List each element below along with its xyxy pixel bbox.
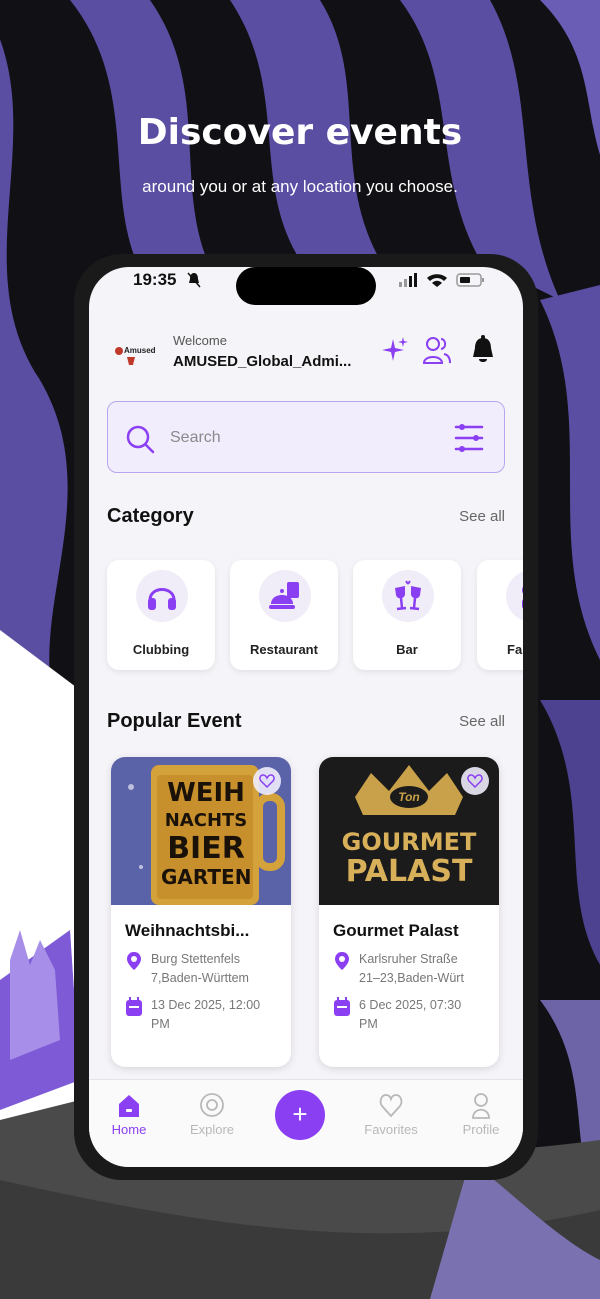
category-title: Category — [107, 505, 194, 527]
tab-explore[interactable]: Explore — [176, 1092, 248, 1152]
person-icon — [472, 1093, 490, 1119]
users-icon[interactable] — [423, 335, 451, 365]
event-date-line: PM — [359, 1017, 378, 1031]
location-pin-icon — [335, 952, 349, 970]
category-label: Bar — [396, 642, 418, 657]
sparkles-icon[interactable] — [381, 335, 409, 365]
favorite-button[interactable] — [461, 767, 489, 795]
heart-icon — [379, 1094, 403, 1118]
add-event-button[interactable]: + — [275, 1090, 325, 1140]
event-location-line: Burg Stettenfels — [151, 952, 240, 966]
image-line: GARTEN — [161, 865, 252, 889]
category-label: Fa — [507, 642, 523, 657]
headphones-icon — [148, 588, 176, 610]
heart-icon — [259, 774, 275, 789]
event-title: Gourmet Palast — [333, 921, 459, 940]
heart-icon — [467, 774, 483, 789]
event-date-line: 13 Dec 2025, 12:00 — [151, 998, 261, 1012]
event-image-brand: Ton — [398, 790, 420, 804]
status-time: 19:35 — [133, 270, 177, 289]
image-line: WEIH — [167, 778, 245, 808]
plus-icon: + — [292, 1099, 308, 1129]
popular-event-title: Popular Event — [107, 710, 242, 732]
event-image-text: GOURMET PALAST — [319, 827, 499, 887]
tab-label: Favorites — [364, 1122, 418, 1137]
search-bar[interactable] — [107, 401, 505, 473]
tab-home[interactable]: Home — [93, 1092, 165, 1152]
category-card-restaurant[interactable]: Restaurant — [230, 560, 338, 670]
calendar-icon — [334, 997, 350, 1016]
status-indicators-icon — [399, 273, 484, 287]
event-date-line: 6 Dec 2025, 07:30 — [359, 998, 462, 1012]
svg-text:Amused: Amused — [124, 346, 156, 355]
calendar-icon — [126, 997, 142, 1016]
search-icon — [126, 425, 155, 454]
event-card[interactable]: WEIH NACHTS BIER GARTEN Weihnachtsbi... … — [111, 757, 291, 1067]
category-icon-wrap — [382, 570, 434, 622]
popular-see-all-link[interactable]: See all — [459, 713, 505, 730]
home-icon — [119, 1095, 139, 1117]
dynamic-island — [236, 267, 376, 305]
image-line: PALAST — [345, 854, 473, 889]
partial-icon — [522, 586, 523, 609]
tab-profile[interactable]: Profile — [445, 1092, 517, 1152]
tab-label: Profile — [462, 1122, 500, 1137]
tab-label: Explore — [189, 1122, 235, 1137]
event-image-text: WEIH NACHTS BIER GARTEN — [161, 779, 251, 891]
event-date-line: PM — [151, 1017, 170, 1031]
tab-label: Home — [111, 1122, 147, 1137]
promo-title: Discover events — [137, 112, 463, 153]
logo-icon: Amused — [115, 346, 156, 365]
promo-subtitle: around you or at any location you choose… — [142, 177, 458, 196]
event-location-line: Karlsruher Straße — [359, 952, 458, 966]
location-pin-icon — [127, 952, 141, 970]
category-card-clubbing[interactable]: Clubbing — [107, 560, 215, 670]
favorite-button[interactable] — [253, 767, 281, 795]
wine-glasses-icon — [395, 580, 421, 611]
compass-icon — [200, 1093, 224, 1117]
category-icon-wrap — [259, 570, 311, 622]
event-title: Weihnachtsbi... — [125, 921, 250, 940]
category-label: Restaurant — [250, 642, 318, 657]
filter-icon[interactable] — [454, 422, 484, 454]
bell-icon[interactable] — [469, 335, 497, 365]
serving-dish-icon — [269, 582, 299, 609]
username: AMUSED_Global_Admi... — [173, 353, 352, 370]
tab-favorites[interactable]: Favorites — [355, 1092, 427, 1152]
search-input[interactable] — [170, 424, 430, 452]
image-line: GOURMET — [341, 828, 477, 856]
category-label: Clubbing — [132, 642, 190, 657]
image-line: BIER — [167, 831, 245, 866]
category-see-all-link[interactable]: See all — [459, 508, 505, 525]
welcome-label: Welcome — [173, 333, 227, 348]
category-icon-wrap — [506, 570, 523, 622]
category-card-bar[interactable]: Bar — [353, 560, 461, 670]
event-location-line: 7,Baden-Württem — [151, 971, 249, 985]
category-card-partial[interactable]: Fa — [477, 560, 523, 670]
bottom-tab-bar: Home Explore + Favorites Profile — [89, 1079, 523, 1167]
event-card[interactable]: Ton GOURMET PALAST Gourmet Palast Karlsr… — [319, 757, 499, 1067]
event-location-line: 21–23,Baden-Würt — [359, 971, 464, 985]
app-logo: Amused — [113, 343, 159, 369]
silent-bell-icon — [187, 272, 201, 288]
app-screen: 19:35 Amused Welcome AMUSED_Global_Admi.… — [89, 267, 523, 1167]
category-icon-wrap — [136, 570, 188, 622]
